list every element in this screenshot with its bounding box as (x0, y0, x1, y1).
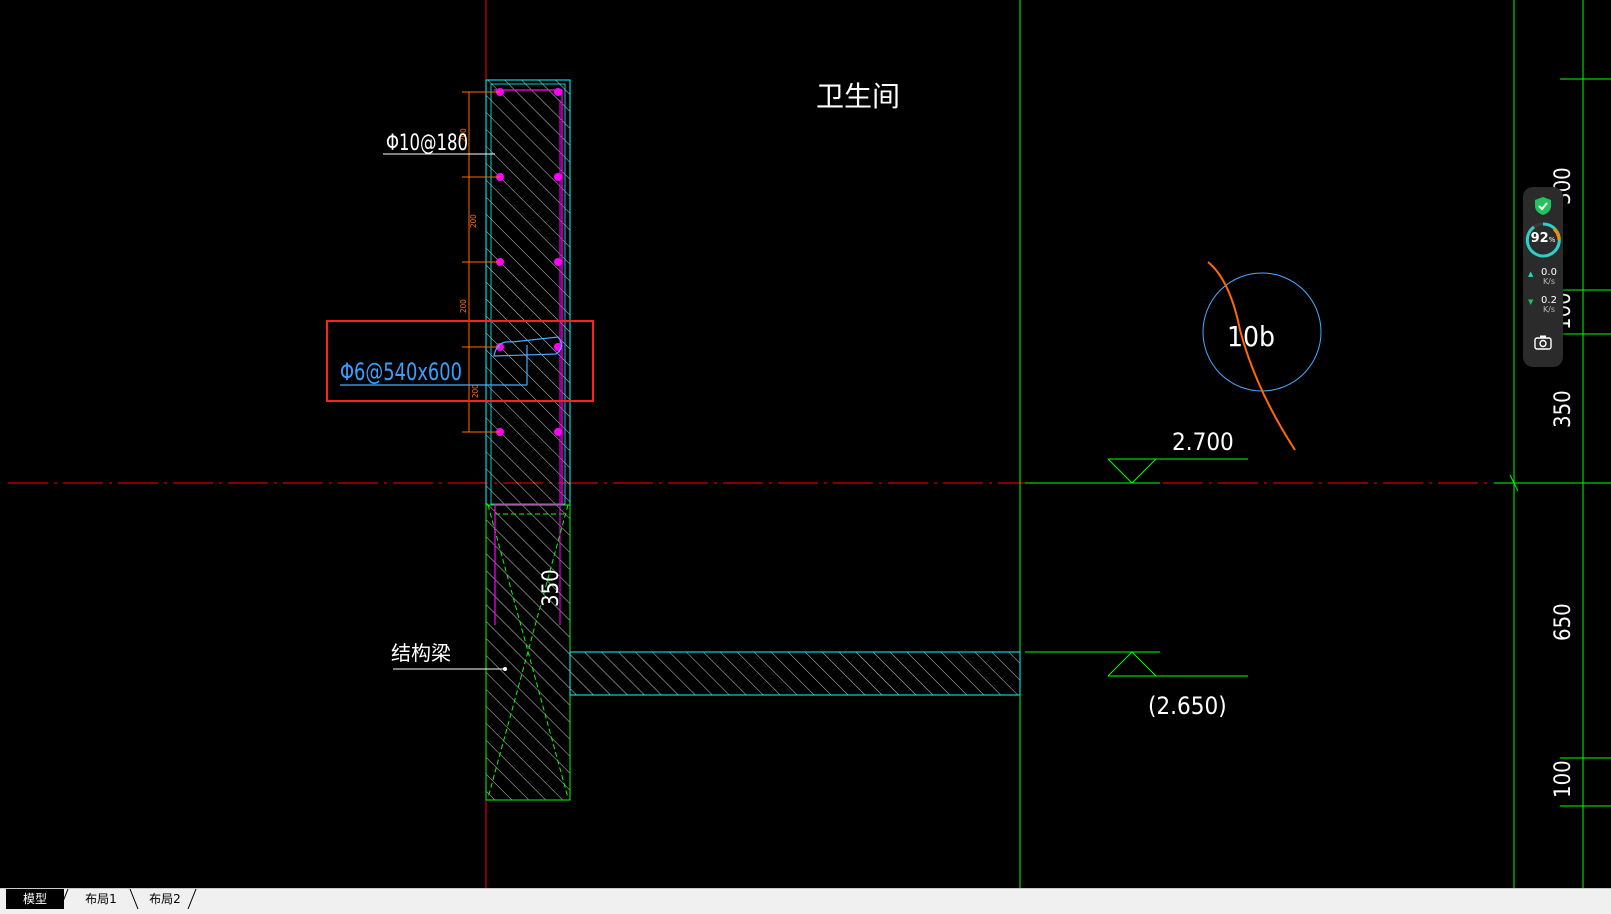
shield-check-icon (1535, 197, 1551, 215)
layout-tab-bar: 模型 布局1 布局2 (0, 888, 1611, 914)
beam-height-dimension: 350 (539, 569, 564, 607)
download-speed: ▼ 0.2 K/s (1527, 295, 1563, 317)
vertical-rebar-label: Φ10@180 (386, 131, 468, 156)
camera-icon[interactable] (1534, 334, 1552, 350)
elevation-marker-bottom (1025, 651, 1248, 677)
tab-separators (60, 889, 197, 909)
cad-drawing-svg[interactable]: 300 100 350 650 100 200 200 200 200 Φ10@… (0, 0, 1611, 888)
upload-speed: ▲ 0.0 K/s (1527, 267, 1563, 289)
tab-model[interactable]: 模型 (6, 889, 64, 909)
upload-speed-unit: K/s (1542, 277, 1556, 286)
right-dim-350: 350 (1551, 390, 1576, 428)
elevation-marker-top (1025, 458, 1248, 484)
right-dim-100b: 100 (1551, 760, 1576, 798)
beam-leader-dot (503, 667, 507, 671)
download-arrow-icon: ▼ (1528, 298, 1534, 306)
svg-text:200: 200 (459, 299, 468, 313)
right-dim-650: 650 (1551, 603, 1576, 641)
upload-arrow-icon: ▲ (1528, 270, 1534, 278)
elevation-bottom-label: (2.650) (1148, 692, 1227, 720)
download-speed-unit: K/s (1542, 305, 1556, 314)
beam-label: 结构梁 (391, 641, 451, 665)
svg-text:200: 200 (469, 214, 478, 228)
floor-slab-section (569, 651, 1021, 696)
memory-usage-value: 92% (1530, 231, 1556, 246)
wall-section-upper (485, 79, 571, 506)
detail-bubble-label: 10b (1227, 320, 1275, 353)
svg-text:200: 200 (471, 384, 480, 398)
system-monitor-widget[interactable]: 92% ▲ 0.0 K/s ▼ 0.2 K/s (1523, 187, 1563, 367)
cad-drawing-canvas[interactable]: 300 100 350 650 100 200 200 200 200 Φ10@… (0, 0, 1611, 888)
room-label: 卫生间 (816, 80, 900, 113)
tie-rebar-label: Φ6@540x600 (340, 358, 462, 386)
elevation-top-label: 2.700 (1172, 428, 1234, 456)
